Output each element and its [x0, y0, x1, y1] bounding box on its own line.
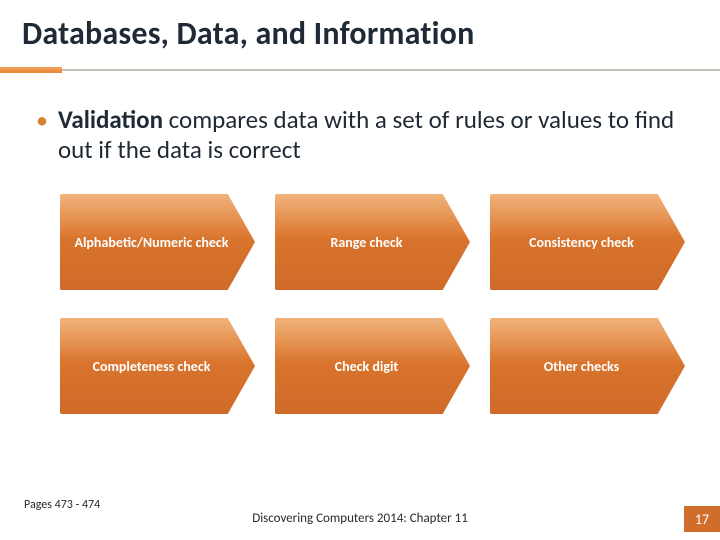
check-label: Alphabetic/Numeric check — [75, 234, 229, 251]
check-box: Range check — [275, 194, 470, 290]
page-reference: Pages 473 - 474 — [24, 498, 100, 512]
bullet-icon: • — [36, 109, 48, 164]
check-box: Check digit — [275, 318, 470, 414]
slide: Databases, Data, and Information • Valid… — [0, 0, 720, 540]
check-label: Completeness check — [93, 358, 211, 375]
body: • Validation compares data with a set of… — [0, 75, 720, 414]
title-rule — [0, 65, 720, 75]
slide-number: 17 — [695, 511, 709, 528]
bullet-line: • Validation compares data with a set of… — [36, 105, 690, 164]
check-box: Consistency check — [490, 194, 685, 290]
check-label: Consistency check — [529, 234, 634, 251]
footer-text: Discovering Computers 2014: Chapter 11 — [252, 511, 468, 526]
check-box: Alphabetic/Numeric check — [60, 194, 255, 290]
bullet-bold: Validation — [58, 104, 163, 135]
slide-number-badge: 17 — [684, 506, 720, 532]
slide-title: Databases, Data, and Information — [0, 0, 720, 63]
check-label: Check digit — [335, 358, 399, 375]
checks-grid: Alphabetic/Numeric check Range check Con… — [60, 194, 690, 414]
check-box: Completeness check — [60, 318, 255, 414]
check-label: Other checks — [544, 358, 620, 375]
check-label: Range check — [330, 234, 402, 251]
check-box: Other checks — [490, 318, 685, 414]
rule-gray — [0, 69, 720, 71]
bullet-text: Validation compares data with a set of r… — [58, 105, 690, 164]
rule-orange — [0, 67, 62, 73]
